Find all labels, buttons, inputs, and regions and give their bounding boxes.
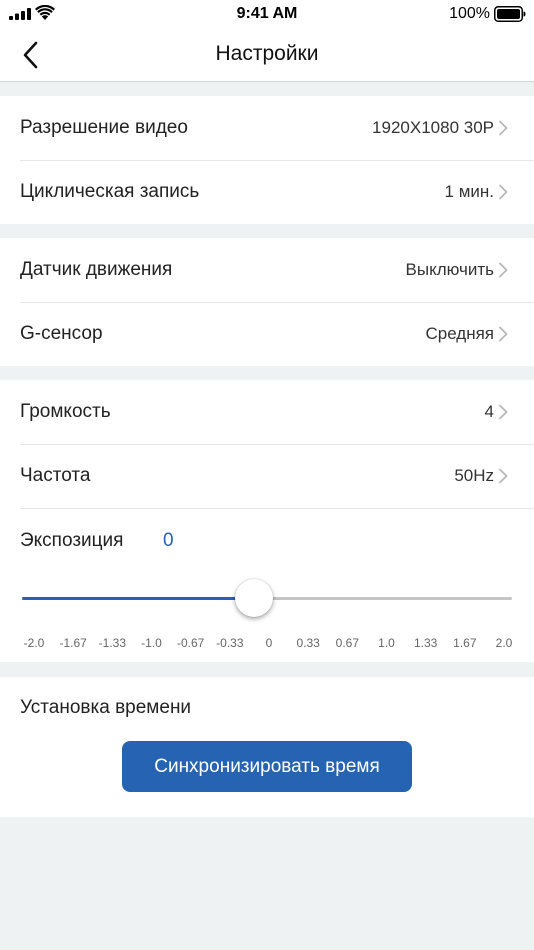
exposure-slider[interactable] bbox=[22, 579, 512, 617]
exposure-tick-label: -1.33 bbox=[98, 636, 127, 650]
exposure-control: Экспозиция 0 -2.0 -1.67 -1.33 -1.0 -0.67 -0.3… bbox=[0, 508, 534, 662]
exposure-tick-label: -2.0 bbox=[23, 636, 45, 650]
row-value: 1 мин. bbox=[444, 182, 494, 201]
exposure-slider-fill bbox=[22, 597, 254, 600]
motion-sensor-row[interactable]: Датчик движения Выключить bbox=[0, 238, 534, 302]
row-value: 4 bbox=[484, 402, 494, 421]
time-setting-label: Установка времени bbox=[20, 697, 192, 718]
exposure-tick-label: 0.67 bbox=[335, 636, 360, 650]
row-value: 50Hz bbox=[454, 466, 494, 485]
chevron-right-icon bbox=[499, 184, 508, 200]
row-label: Громкость bbox=[20, 401, 111, 422]
exposure-tick-label: 0 bbox=[265, 636, 273, 650]
exposure-tick-label: -0.67 bbox=[176, 636, 205, 650]
battery-percent: 100% bbox=[449, 5, 490, 22]
page-title: Настройки bbox=[215, 42, 319, 65]
battery-icon bbox=[494, 6, 526, 22]
exposure-tick-labels: -2.0 -1.67 -1.33 -1.0 -0.67 -0.33 0 0.33 0.67 1.0… bbox=[0, 636, 534, 652]
sync-time-button[interactable]: Синхронизировать время bbox=[122, 741, 412, 792]
status-bar: 9:41 AM 100% bbox=[0, 0, 534, 28]
exposure-tick-label: -1.67 bbox=[59, 636, 87, 650]
row-label: Датчик движения bbox=[20, 259, 173, 280]
exposure-tick-label: 1.0 bbox=[378, 636, 395, 650]
exposure-tick-label: -0.33 bbox=[216, 636, 244, 650]
row-value: Выключить bbox=[405, 260, 494, 279]
navigation-bar: Настройки bbox=[0, 28, 534, 82]
exposure-label: Экспозиция bbox=[20, 530, 124, 551]
row-value: Средняя bbox=[425, 324, 494, 343]
row-value: 1920X1080 30P bbox=[372, 118, 494, 137]
exposure-tick-label: -1.0 bbox=[141, 636, 162, 650]
sensor-settings-section: Датчик движения Выключить G-сенсор Средн… bbox=[0, 238, 534, 366]
row-label: Частота bbox=[20, 465, 91, 486]
frequency-row[interactable]: Частота 50Hz bbox=[0, 444, 534, 508]
exposure-tick-label: 1.33 bbox=[413, 636, 438, 650]
exposure-slider-thumb[interactable] bbox=[235, 579, 273, 617]
volume-row[interactable]: Громкость 4 bbox=[0, 380, 534, 444]
exposure-tick-label: 1.67 bbox=[453, 636, 477, 650]
row-label: Разрешение видео bbox=[20, 117, 188, 138]
row-label: Циклическая запись bbox=[20, 181, 200, 202]
exposure-tick-label: 0.33 bbox=[296, 636, 320, 650]
video-resolution-row[interactable]: Разрешение видео 1920X1080 30P bbox=[0, 96, 534, 160]
chevron-right-icon bbox=[499, 120, 508, 136]
chevron-right-icon bbox=[499, 326, 508, 342]
loop-recording-row[interactable]: Циклическая запись 1 мин. bbox=[0, 160, 534, 224]
chevron-right-icon bbox=[499, 262, 508, 278]
row-label: G-сенсор bbox=[20, 323, 103, 344]
chevron-right-icon bbox=[499, 468, 508, 484]
exposure-value: 0 bbox=[163, 530, 174, 551]
g-sensor-row[interactable]: G-сенсор Средняя bbox=[0, 302, 534, 366]
exposure-tick-label: 2.0 bbox=[495, 636, 513, 650]
chevron-right-icon bbox=[499, 404, 508, 420]
time-settings-section: Установка времени Синхронизировать время bbox=[0, 677, 534, 817]
audio-exposure-section: Громкость 4 Частота 50Hz Экспозиция 0 -2… bbox=[0, 380, 534, 662]
video-settings-section: Разрешение видео 1920X1080 30P Циклическ… bbox=[0, 96, 534, 224]
